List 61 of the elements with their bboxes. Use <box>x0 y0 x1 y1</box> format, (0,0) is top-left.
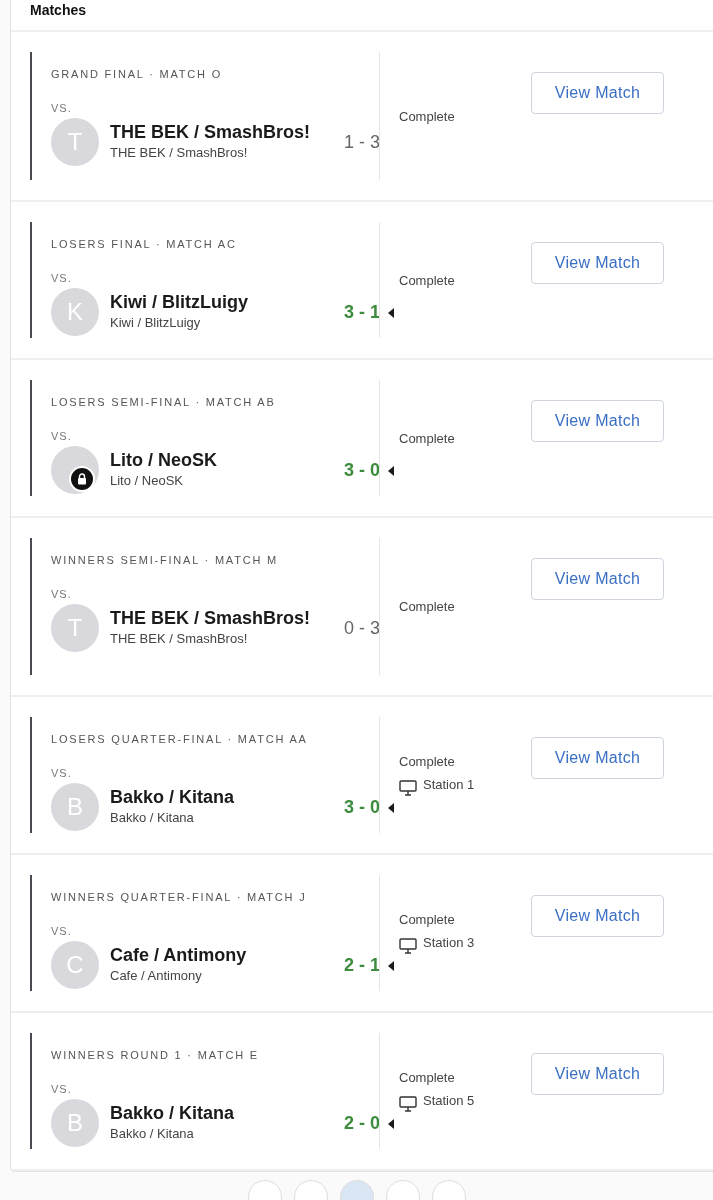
view-match-button[interactable]: View Match <box>531 400 664 442</box>
match-status: Complete <box>399 754 456 769</box>
vs-label: VS. <box>51 588 72 600</box>
station-label: Station 5 <box>423 1093 475 1108</box>
round-label: GRAND FINAL · MATCH O <box>51 68 224 80</box>
round-label: LOSERS SEMI-FINAL · MATCH AB <box>51 396 277 408</box>
vs-label: VS. <box>51 272 72 284</box>
winner-caret-icon <box>388 1118 394 1129</box>
match-status: Complete <box>399 1070 456 1085</box>
team-name: Bakko / Kitana <box>110 1103 236 1124</box>
round-label: WINNERS QUARTER-FINAL · MATCH J <box>51 891 308 903</box>
team-players: Bakko / Kitana <box>110 1126 195 1141</box>
team-name: Kiwi / BlitzLuigy <box>110 292 249 313</box>
winner-caret-icon <box>388 307 394 318</box>
match-status: Complete <box>399 599 456 614</box>
view-match-button[interactable]: View Match <box>531 558 664 600</box>
monitor-icon <box>399 1096 417 1112</box>
match-status: Complete <box>399 108 456 124</box>
team-players: THE BEK / SmashBros! <box>110 145 249 160</box>
match-status: Complete <box>399 272 456 288</box>
round-label: WINNERS ROUND 1 · MATCH E <box>51 1049 260 1061</box>
team-name: Lito / NeoSK <box>110 450 218 471</box>
winner-caret-icon <box>388 802 394 813</box>
score: 1 - 3 <box>343 132 380 153</box>
view-match-button[interactable]: View Match <box>531 737 664 779</box>
round-label: WINNERS SEMI-FINAL · MATCH M <box>51 554 279 566</box>
team-players: Cafe / Antimony <box>110 968 203 983</box>
station-label: Station 3 <box>423 935 475 950</box>
view-match-button[interactable]: View Match <box>531 895 664 937</box>
winner-caret-icon <box>388 960 394 971</box>
view-match-button[interactable]: View Match <box>531 1053 664 1095</box>
view-match-button[interactable]: View Match <box>531 72 664 114</box>
score: 3 - 1 <box>343 302 380 323</box>
score: 2 - 0 <box>343 1113 380 1134</box>
monitor-icon <box>399 938 417 954</box>
team-name: THE BEK / SmashBros! <box>110 608 310 629</box>
round-label: LOSERS FINAL · MATCH AC <box>51 238 238 250</box>
team-players: Bakko / Kitana <box>110 810 195 825</box>
score: 0 - 3 <box>343 618 380 639</box>
score: 2 - 1 <box>343 955 380 976</box>
monitor-icon <box>399 780 417 796</box>
team-name: THE BEK / SmashBros! <box>110 122 310 143</box>
team-players: THE BEK / SmashBros! <box>110 631 249 646</box>
vs-label: VS. <box>51 1083 72 1095</box>
team-players: Kiwi / BlitzLuigy <box>110 315 202 330</box>
station-label: Station 1 <box>423 777 475 792</box>
team-players: Lito / NeoSK <box>110 473 184 488</box>
match-status: Complete <box>399 912 456 927</box>
match-status: Complete <box>399 430 456 446</box>
winner-caret-icon <box>388 465 394 476</box>
view-match-button[interactable]: View Match <box>531 242 664 284</box>
team-name: Bakko / Kitana <box>110 787 236 808</box>
vs-label: VS. <box>51 925 72 937</box>
section-title: Matches <box>30 2 87 18</box>
vs-label: VS. <box>51 102 72 114</box>
score: 3 - 0 <box>343 460 380 481</box>
vs-label: VS. <box>51 767 72 779</box>
vs-label: VS. <box>51 430 72 442</box>
team-name: Cafe / Antimony <box>110 945 248 966</box>
score: 3 - 0 <box>343 797 380 818</box>
round-label: LOSERS QUARTER-FINAL · MATCH AA <box>51 733 309 745</box>
